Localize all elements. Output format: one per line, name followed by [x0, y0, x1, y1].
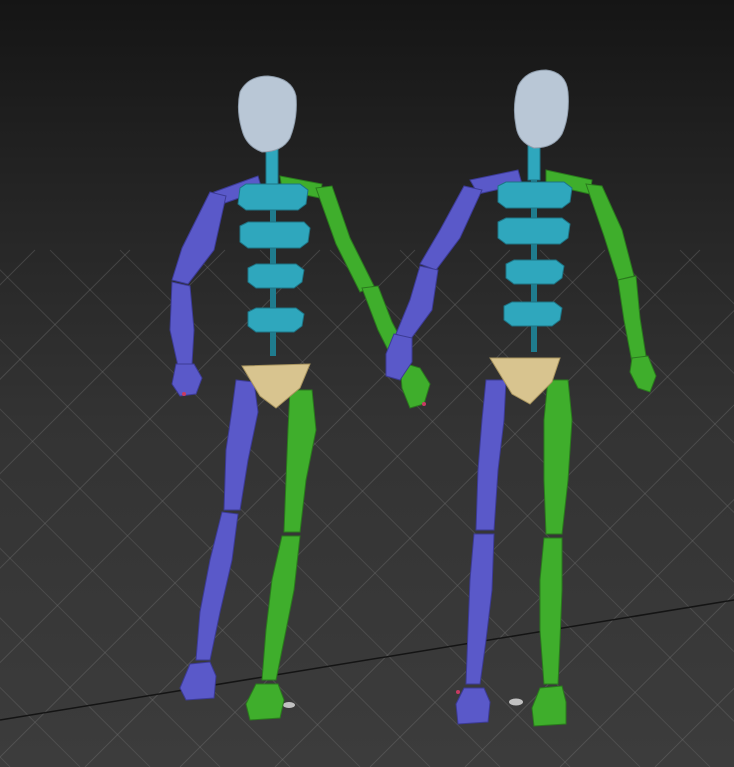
biped-b-left-foot[interactable]: [455, 687, 491, 725]
ground-grid: [0, 249, 734, 767]
biped-a-spine-3[interactable]: [247, 263, 305, 289]
biped-a-spine-1[interactable]: [237, 183, 309, 211]
biped-b-right-thigh[interactable]: [543, 379, 573, 535]
biped-b-right-foot[interactable]: [531, 685, 567, 727]
grid-line: [274, 309, 734, 767]
biped-a-left-hand[interactable]: [171, 363, 203, 397]
biped-a-right-calf[interactable]: [261, 535, 301, 681]
biped-a-right-thigh[interactable]: [283, 389, 317, 533]
3d-viewport[interactable]: [0, 0, 734, 767]
biped-b-head[interactable]: [513, 69, 569, 149]
ground-marker: [509, 698, 523, 706]
biped-a-left-calf[interactable]: [195, 511, 239, 661]
biped-b-spine-3[interactable]: [505, 259, 565, 285]
biped-b-left-thigh[interactable]: [475, 379, 507, 531]
grid-line: [654, 687, 734, 767]
grid-line: [559, 593, 734, 767]
ground-marker: [283, 702, 295, 708]
biped-b-right-forearm[interactable]: [617, 275, 647, 363]
joint-marker: [456, 690, 460, 694]
joint-marker: [182, 392, 186, 396]
grid-line: [0, 477, 291, 767]
biped-b-spine-4[interactable]: [503, 301, 563, 327]
biped-a-spine-4[interactable]: [247, 307, 305, 333]
biped-b-spine-1[interactable]: [497, 181, 573, 209]
joint-marker: [422, 402, 426, 406]
biped-a-left-forearm[interactable]: [169, 281, 195, 367]
biped-b-right-upper-arm[interactable]: [585, 183, 635, 281]
biped-a-head[interactable]: [237, 75, 297, 153]
biped-b-left-upper-arm[interactable]: [419, 185, 483, 271]
biped-a-left-thigh[interactable]: [223, 379, 259, 511]
biped-a-left-upper-arm[interactable]: [171, 191, 227, 285]
biped-b-left-forearm[interactable]: [395, 265, 439, 341]
biped-a-spine-2[interactable]: [239, 221, 311, 249]
biped-b-neck[interactable]: [527, 143, 541, 181]
biped-a-right-upper-arm[interactable]: [315, 185, 375, 293]
biped-a[interactable]: [169, 75, 431, 721]
biped-b-left-calf[interactable]: [465, 533, 495, 685]
grid-line: [84, 249, 606, 767]
biped-b-right-calf[interactable]: [539, 537, 563, 685]
grid-line: [464, 498, 734, 767]
biped-a-neck[interactable]: [265, 147, 279, 185]
grid-line: [0, 599, 734, 721]
grid-line: [259, 249, 734, 722]
viewport-scene[interactable]: [0, 0, 734, 767]
grid-line: [469, 249, 734, 514]
grid-line: [0, 249, 131, 380]
biped-b-spine-2[interactable]: [497, 217, 571, 245]
biped-b[interactable]: [385, 69, 657, 727]
biped-a-right-foot[interactable]: [245, 683, 285, 721]
